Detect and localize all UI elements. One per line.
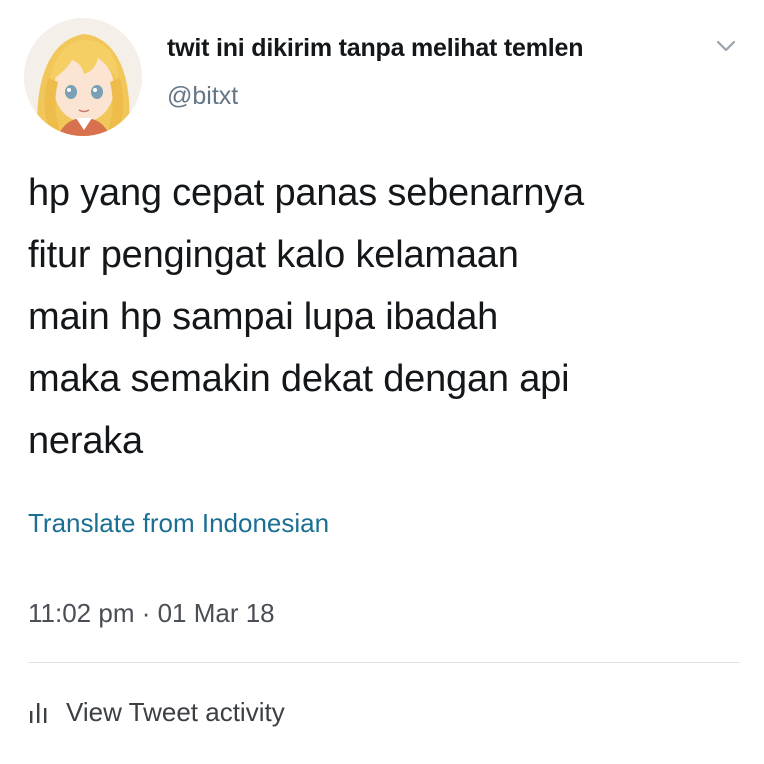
tweet-timestamp[interactable]: 11:02 pm · 01 Mar 18	[28, 598, 275, 629]
tweet-text-line: main hp sampai lupa ibadah	[28, 296, 499, 338]
view-tweet-activity-button[interactable]: View Tweet activity	[28, 694, 285, 730]
tweet-text: hp yang cepat panas sebenarnya fitur pen…	[28, 162, 744, 472]
tweet-text-line: maka semakin dekat dengan api	[28, 358, 570, 400]
divider	[28, 662, 740, 663]
translate-link[interactable]: Translate from Indonesian	[28, 508, 329, 539]
tweet-text-line: neraka	[28, 420, 143, 462]
display-name[interactable]: twit ini dikirim tanpa melihat temlen	[167, 34, 583, 63]
tweet-card: twit ini dikirim tanpa melihat temlen @b…	[0, 0, 764, 764]
anime-avatar-icon	[24, 18, 142, 136]
tweet-text-line: fitur pengingat kalo kelamaan	[28, 234, 519, 276]
tweet-text-line: hp yang cepat panas sebenarnya	[28, 172, 584, 214]
chevron-down-icon[interactable]	[712, 36, 740, 56]
user-handle[interactable]: @bitxt	[167, 82, 238, 111]
bar-chart-icon	[28, 699, 50, 725]
avatar[interactable]	[24, 18, 142, 136]
activity-label: View Tweet activity	[66, 696, 285, 727]
